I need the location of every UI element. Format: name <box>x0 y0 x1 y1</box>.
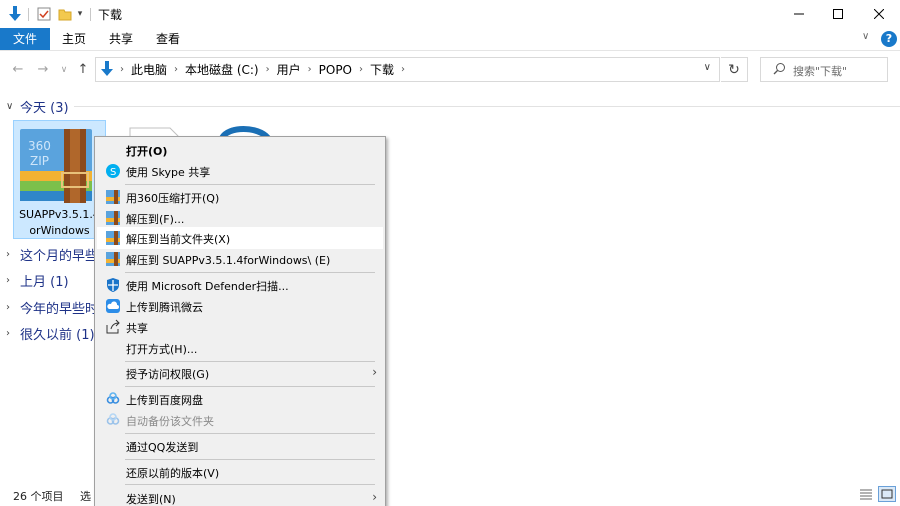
submenu-arrow-icon: › <box>372 490 377 504</box>
breadcrumb: › 此电脑 › 本地磁盘 (C:) › 用户 › POPO › 下载 › <box>120 61 406 78</box>
up-arrow-icon[interactable]: ↑ <box>74 61 92 79</box>
group-last-month[interactable]: › 上月 (1) <box>6 270 69 290</box>
archive-icon <box>106 190 120 204</box>
menu-item-extract-here[interactable]: 解压到当前文件夹(X) <box>97 227 383 249</box>
back-arrow-icon[interactable]: ← <box>9 61 27 79</box>
menu-item-open-360zip[interactable]: 用360压缩打开(Q) <box>97 186 383 208</box>
breadcrumb-local-disk[interactable]: 本地磁盘 (C:) <box>185 61 259 78</box>
menu-item-send-to[interactable]: 发送到(N) › <box>97 487 383 506</box>
archive-icon <box>106 252 120 266</box>
breadcrumb-users[interactable]: 用户 <box>277 61 301 78</box>
svg-text:S: S <box>110 167 116 178</box>
menu-item-grant-access[interactable]: 授予访问权限(G) › <box>97 362 383 384</box>
large-icons-view-button[interactable] <box>878 486 896 502</box>
menu-item-send-via-qq[interactable]: 通过QQ发送到 <box>97 435 383 457</box>
svg-text:360: 360 <box>28 139 51 153</box>
menu-item-extract-to-folder[interactable]: 解压到 SUAPPv3.5.1.4forWindows\ (E) <box>97 248 383 270</box>
tab-view[interactable]: 查看 <box>150 28 186 50</box>
customize-toolbar-icon[interactable]: ▾ <box>75 5 85 23</box>
chevron-down-icon: ∨ <box>6 100 14 112</box>
chevron-right-icon: › <box>6 301 10 313</box>
details-view-button[interactable] <box>857 486 875 502</box>
menu-item-open[interactable]: 打开(O) <box>97 139 383 161</box>
search-placeholder: 搜索"下载" <box>793 65 848 78</box>
status-selected: 选 <box>80 490 91 503</box>
search-input[interactable]: 搜索"下载" <box>760 57 888 82</box>
chevron-right-icon: › <box>6 327 10 339</box>
baidu-netdisk-icon <box>106 392 120 404</box>
group-today[interactable]: ∨ 今天 (3) <box>6 96 69 116</box>
tab-share[interactable]: 共享 <box>103 28 139 50</box>
context-menu: 打开(O) S 使用 Skype 共享 用360压缩打开(Q) 解压到(F)..… <box>94 136 386 506</box>
archive-icon <box>106 231 120 245</box>
menu-item-auto-backup[interactable]: 自动备份该文件夹 <box>97 409 383 431</box>
details-view-icon <box>860 489 872 500</box>
tab-file[interactable]: 文件 <box>0 28 50 50</box>
title-bar: ▾ 下载 <box>0 0 900 28</box>
share-icon <box>106 319 120 334</box>
address-dropdown-icon[interactable]: ∨ <box>704 62 711 73</box>
baidu-netdisk-icon <box>106 413 120 425</box>
skype-icon: S <box>106 164 120 178</box>
refresh-icon: ↻ <box>728 61 740 78</box>
menu-item-share[interactable]: 共享 <box>97 316 383 338</box>
forward-arrow-icon[interactable]: → <box>34 61 52 79</box>
archive-file-icon: 360 ZIP <box>20 129 92 203</box>
new-folder-icon[interactable] <box>57 5 73 23</box>
download-arrow-icon[interactable] <box>6 5 24 23</box>
help-button[interactable]: ? <box>881 31 897 47</box>
shield-icon <box>107 278 119 292</box>
tab-home[interactable]: 主页 <box>56 28 92 50</box>
menu-item-upload-baidu[interactable]: 上传到百度网盘 <box>97 388 383 410</box>
menu-item-skype-share[interactable]: S 使用 Skype 共享 <box>97 160 383 182</box>
cloud-icon <box>106 299 120 313</box>
breadcrumb-popo[interactable]: POPO <box>319 63 352 77</box>
menu-item-defender-scan[interactable]: 使用 Microsoft Defender扫描... <box>97 274 383 296</box>
menu-item-open-with[interactable]: 打开方式(H)... <box>97 337 383 359</box>
chevron-right-icon: › <box>6 274 10 286</box>
expand-ribbon-icon[interactable]: ∨ <box>862 31 869 42</box>
chevron-right-icon: › <box>6 248 10 260</box>
maximize-button[interactable] <box>815 0 861 28</box>
file-item-suapp[interactable]: 360 ZIP SUAPPv3.5.1.4 orWindows <box>13 120 106 239</box>
properties-icon[interactable] <box>36 5 52 23</box>
submenu-arrow-icon: › <box>372 365 377 379</box>
address-row: ← → ∨ ↑ › 此电脑 › 本地磁盘 (C:) › 用户 › POPO › … <box>0 51 900 89</box>
group-earlier-this-year[interactable]: › 今年的早些时 <box>6 297 98 317</box>
breadcrumb-this-pc[interactable]: 此电脑 <box>131 61 167 78</box>
group-this-month[interactable]: › 这个月的早些 <box>6 244 98 264</box>
large-icons-view-icon <box>881 489 893 499</box>
address-bar[interactable]: › 此电脑 › 本地磁盘 (C:) › 用户 › POPO › 下载 › ∨ <box>95 57 720 82</box>
ribbon-tabs: 文件 主页 共享 查看 ∨ ? <box>0 28 900 51</box>
recent-locations-icon[interactable]: ∨ <box>55 61 73 79</box>
window-title: 下载 <box>98 8 123 22</box>
close-button[interactable] <box>856 0 900 28</box>
menu-item-restore-versions[interactable]: 还原以前的版本(V) <box>97 461 383 483</box>
menu-item-extract-to[interactable]: 解压到(F)... <box>97 207 383 229</box>
breadcrumb-downloads[interactable]: 下载 <box>370 61 394 78</box>
menu-item-upload-weiyun[interactable]: 上传到腾讯微云 <box>97 295 383 317</box>
group-long-ago[interactable]: › 很久以前 (1) <box>6 323 95 343</box>
archive-icon <box>106 211 120 225</box>
file-name: SUAPPv3.5.1.4 orWindows <box>19 208 100 237</box>
status-item-count: 26 个项目 <box>13 490 64 503</box>
refresh-button[interactable]: ↻ <box>721 57 748 82</box>
svg-text:ZIP: ZIP <box>30 154 49 168</box>
download-folder-icon <box>100 61 114 80</box>
search-icon <box>773 62 786 78</box>
